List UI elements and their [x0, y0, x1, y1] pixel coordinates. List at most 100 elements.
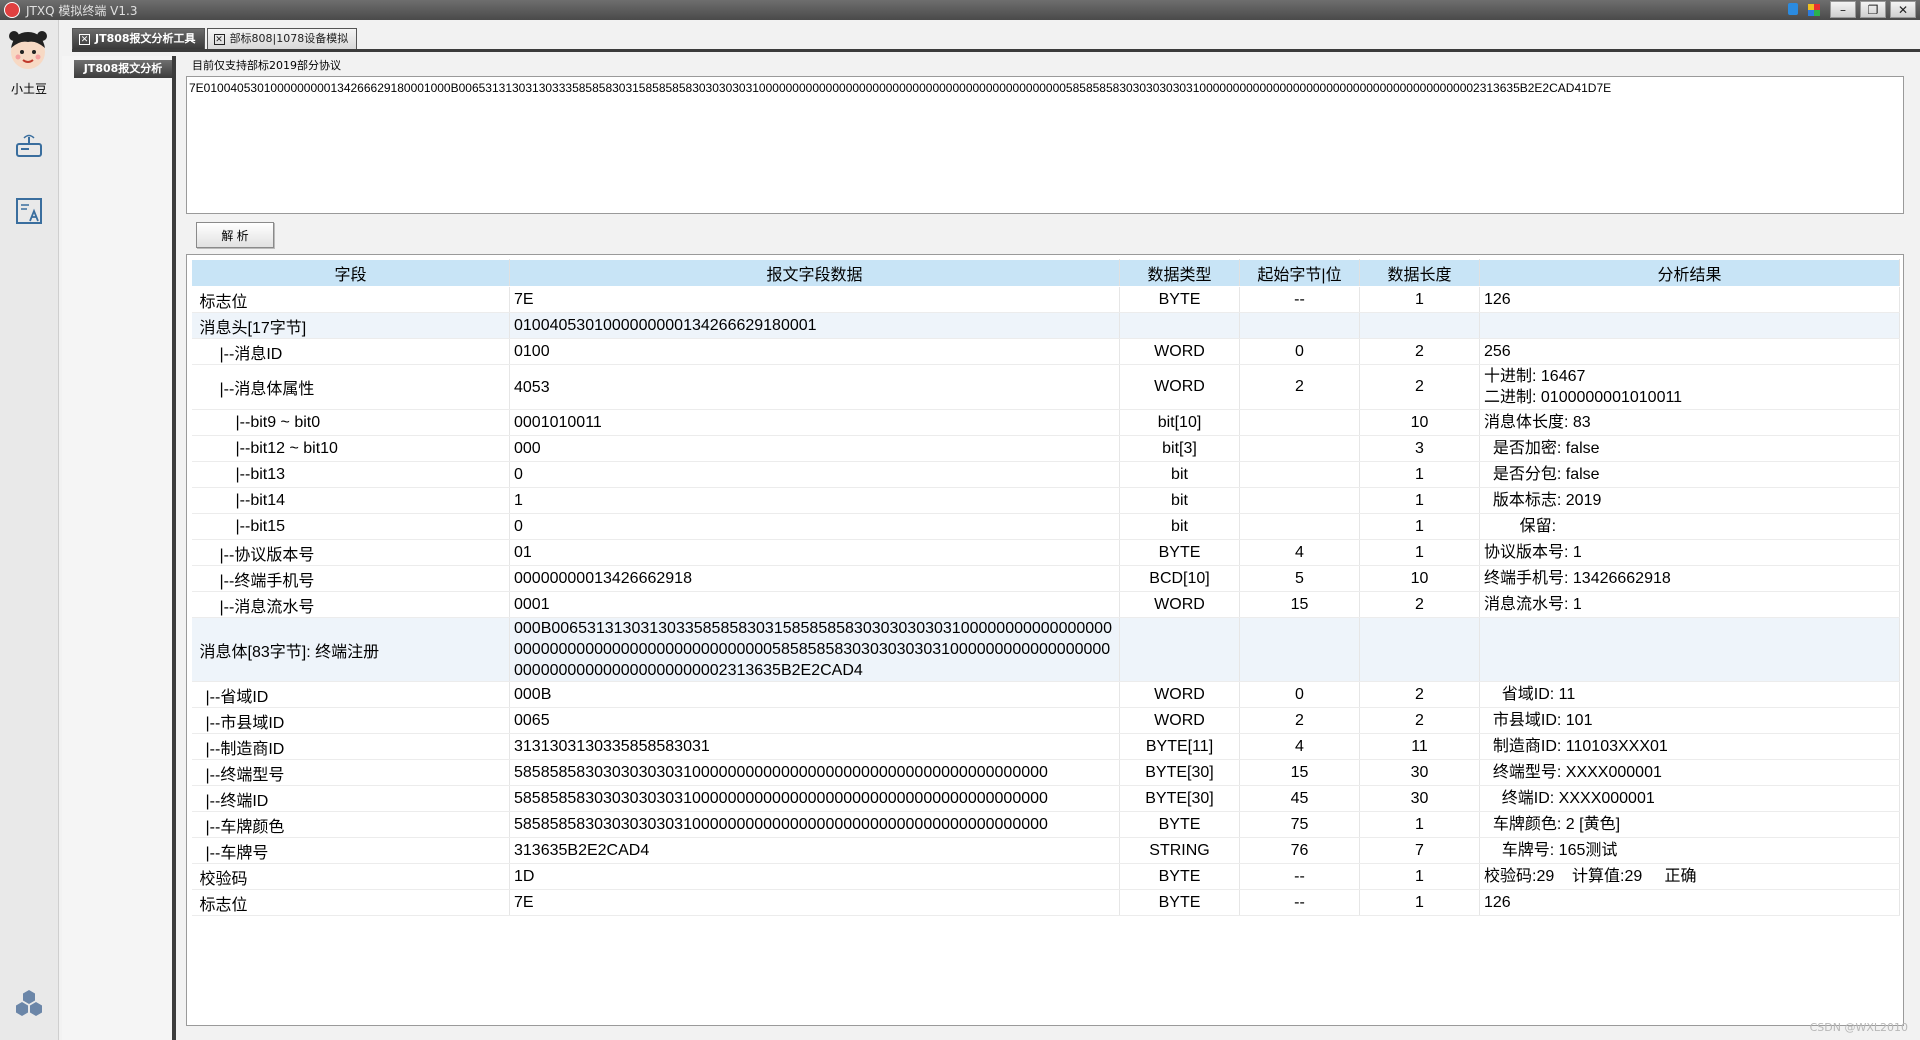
table-row[interactable]: |--终端ID 585858583030303030310000000000000… [191, 785, 1900, 812]
subtab-jt808-analysis[interactable]: JT808报文分析 [74, 60, 172, 78]
cell-field: |--车牌颜色 [191, 811, 510, 838]
table-row[interactable]: |--省域ID 000B WORD 0 2 省域ID: 11 [191, 681, 1900, 708]
cell-result: 消息流水号: 1 [1479, 591, 1900, 618]
col-header-type[interactable]: 数据类型 [1119, 259, 1240, 287]
tab-underline [72, 49, 1920, 52]
table-row[interactable]: |--车牌颜色 585858583030303030310000000000000… [191, 811, 1900, 838]
cell-data: 7E [509, 889, 1120, 916]
parse-button[interactable]: 解 析 [196, 222, 274, 248]
cell-type: BYTE [1119, 863, 1240, 890]
cell-data: 000 [509, 435, 1120, 462]
cell-field: |--bit9 ~ bit0 [191, 409, 510, 436]
cell-data: 5858585830303030303100000000000000000000… [509, 785, 1120, 812]
result-line: 车牌号: 165测试 [1484, 842, 1618, 859]
cell-result: 126 [1479, 286, 1900, 313]
result-line: 终端型号: XXXX000001 [1484, 764, 1662, 781]
result-line: 终端手机号: 13426662918 [1484, 570, 1671, 587]
cell-data: 000B006531313031303358585830315858585830… [509, 617, 1120, 682]
cell-result: 终端手机号: 13426662918 [1479, 565, 1900, 592]
result-line: 二进制: 0100000001010011 [1484, 389, 1683, 406]
cell-result: 版本标志: 2019 [1479, 487, 1900, 514]
tab-device-sim[interactable]: ✕ 部标808|1078设备模拟 [206, 28, 358, 49]
cell-data: 4053 [509, 364, 1120, 410]
watermark: CSDN @WXL2010 [1809, 1021, 1908, 1034]
cell-start [1239, 513, 1360, 540]
cell-length: 2 [1359, 707, 1480, 734]
maximize-button[interactable]: ❐ [1860, 1, 1886, 18]
cell-field: 标志位 [191, 889, 510, 916]
cell-result [1479, 312, 1900, 339]
cell-length: 1 [1359, 286, 1480, 313]
minimize-button[interactable]: – [1830, 1, 1856, 18]
tab-jt808-analysis[interactable]: ✕ JT808报文分析工具 [72, 28, 205, 49]
cell-start: 4 [1239, 733, 1360, 760]
table-row[interactable]: 消息体[83字节]: 终端注册 000B006531313031303358585… [191, 617, 1900, 682]
result-line: 消息体长度: 83 [1484, 414, 1591, 431]
col-header-data[interactable]: 报文字段数据 [509, 259, 1120, 287]
result-line: 省域ID: 11 [1484, 686, 1576, 703]
col-header-length[interactable]: 数据长度 [1359, 259, 1480, 287]
cell-start: 75 [1239, 811, 1360, 838]
tab-close-icon[interactable]: ✕ [79, 33, 90, 45]
cell-length: 1 [1359, 863, 1480, 890]
col-header-field[interactable]: 字段 [191, 259, 510, 287]
cell-start: 15 [1239, 759, 1360, 786]
device-sim-icon[interactable] [14, 132, 44, 162]
table-row[interactable]: 标志位 7E BYTE -- 1 126 [191, 286, 1900, 313]
result-line: 终端ID: XXXX000001 [1484, 790, 1655, 807]
cell-result: 消息体长度: 83 [1479, 409, 1900, 436]
table-row[interactable]: 校验码 1D BYTE -- 1 校验码:29 计算值:29 正确 [191, 863, 1900, 890]
cell-start: 76 [1239, 837, 1360, 864]
cell-type: WORD [1119, 338, 1240, 365]
cubes-icon[interactable] [14, 988, 44, 1018]
app-logo-icon [4, 2, 20, 18]
cell-length: 11 [1359, 733, 1480, 760]
table-row[interactable]: |--bit13 0 bit 1 是否分包: false [191, 461, 1900, 488]
cell-data: 000B [509, 681, 1120, 708]
table-row[interactable]: |--协议版本号 01 BYTE 4 1 协议版本号: 1 [191, 539, 1900, 566]
table-row[interactable]: 标志位 7E BYTE -- 1 126 [191, 889, 1900, 916]
pin-icon[interactable] [1788, 3, 1798, 15]
tab-close-icon[interactable]: ✕ [213, 33, 225, 45]
table-row[interactable]: |--消息流水号 0001 WORD 15 2 消息流水号: 1 [191, 591, 1900, 618]
table-row[interactable]: |--终端手机号 00000000013426662918 BCD[10] 5 10 终端… [191, 565, 1900, 592]
table-row[interactable]: |--bit12 ~ bit10 000 bit[3] 3 是否加密: false [191, 435, 1900, 462]
cell-type: WORD [1119, 681, 1240, 708]
cell-length: 1 [1359, 811, 1480, 838]
color-grid-icon[interactable] [1808, 4, 1820, 16]
col-header-start[interactable]: 起始字节|位 [1239, 259, 1360, 287]
result-line: 是否分包: false [1484, 466, 1600, 483]
table-row[interactable]: |--制造商ID 3131303130335858583031 BYTE[11] 4 1… [191, 733, 1900, 760]
title-bar: JTXQ 模拟终端 V1.3 – ❐ ✕ [0, 0, 1920, 20]
cell-length: 2 [1359, 591, 1480, 618]
cell-result: 校验码:29 计算值:29 正确 [1479, 863, 1900, 890]
cell-result: 省域ID: 11 [1479, 681, 1900, 708]
table-row[interactable]: |--消息ID 0100 WORD 0 2 256 [191, 338, 1900, 365]
table-row[interactable]: |--消息体属性 4053 WORD 2 2 十进制: 16467 二进制: 0100000… [191, 364, 1900, 410]
cell-data: 5858585830303030303100000000000000000000… [509, 811, 1120, 838]
table-row[interactable]: 消息头[17字节] 0100405301000000000134266629180… [191, 312, 1900, 339]
hex-message-input[interactable]: 7E0100405301000000000134266629180001000B… [186, 76, 1904, 214]
cell-field: |--终端ID [191, 785, 510, 812]
table-row[interactable]: |--bit9 ~ bit0 0001010011 bit[10] 10 消息体长度: … [191, 409, 1900, 436]
col-header-result[interactable]: 分析结果 [1479, 259, 1900, 287]
table-row[interactable]: |--市县域ID 0065 WORD 2 2 市县域ID: 101 [191, 707, 1900, 734]
cell-data: 0100 [509, 338, 1120, 365]
cell-result: 车牌号: 165测试 [1479, 837, 1900, 864]
analysis-table-container: 字段 报文字段数据 数据类型 起始字节|位 数据长度 分析结果 标志位 7E BYT… [186, 254, 1904, 1026]
table-row[interactable]: |--终端型号 585858583030303030310000000000000… [191, 759, 1900, 786]
cell-data: 5858585830303030303100000000000000000000… [509, 759, 1120, 786]
cell-length: 30 [1359, 759, 1480, 786]
message-analysis-icon[interactable] [14, 196, 44, 226]
table-row[interactable]: |--bit14 1 bit 1 版本标志: 2019 [191, 487, 1900, 514]
cell-type: BYTE[30] [1119, 785, 1240, 812]
table-row[interactable]: |--车牌号 313635B2E2CAD4 STRING 76 7 车牌号: 165测试 [191, 837, 1900, 864]
close-button[interactable]: ✕ [1890, 1, 1916, 18]
avatar[interactable] [6, 28, 50, 72]
cell-result: 十进制: 16467 二进制: 0100000001010011 [1479, 364, 1900, 410]
cell-length: 2 [1359, 364, 1480, 410]
cell-data: 010040530100000000013426662918000​1 [509, 312, 1120, 339]
cell-field: 消息体[83字节]: 终端注册 [191, 617, 510, 682]
cell-result: 256 [1479, 338, 1900, 365]
table-row[interactable]: |--bit15 0 bit 1 保留: [191, 513, 1900, 540]
